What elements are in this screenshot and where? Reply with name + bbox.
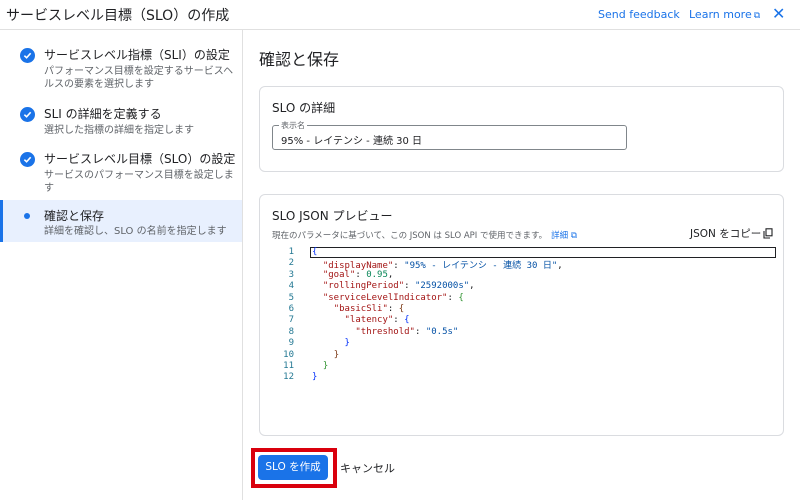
check-circle-icon: [20, 152, 35, 167]
code-line: 12}: [283, 372, 318, 383]
step-slo-setup[interactable]: サービスレベル目標（SLO）の設定 サービスのパフォーマンス目標を設定します: [0, 150, 242, 198]
code-line: 4 "rollingPeriod": "2592000s",: [288, 281, 475, 292]
code-line: 7 "latency": {: [288, 315, 410, 326]
close-icon[interactable]: ✕: [772, 4, 785, 23]
code-line: 9 }: [288, 338, 350, 349]
code-line: 5 "serviceLevelIndicator": {: [288, 292, 464, 303]
code-line: 11 }: [283, 361, 329, 371]
stepper: サービスレベル指標（SLI）の設定 パフォーマンス目標を設定するサービスヘルスの…: [0, 30, 243, 500]
json-description: 現在のパラメータに基づいて、この JSON は SLO API で使用できます。…: [272, 229, 577, 241]
create-slo-button[interactable]: SLO を作成: [258, 455, 328, 480]
send-feedback-link[interactable]: Send feedback: [598, 8, 680, 21]
cancel-button[interactable]: キャンセル: [340, 460, 395, 476]
step-review-save[interactable]: 確認と保存 詳細を確認し、SLO の名前を指定します: [0, 200, 242, 242]
action-bar: SLO を作成 キャンセル: [243, 444, 800, 500]
step-sli-details[interactable]: SLI の詳細を定義する 選択した指標の詳細を指定します: [0, 105, 242, 141]
external-link-icon: ⧉: [753, 11, 761, 21]
copy-json-label: JSON をコピー: [690, 228, 762, 240]
step-title: サービスレベル指標（SLI）の設定: [44, 48, 230, 62]
details-link[interactable]: 詳細 ⧉: [551, 231, 577, 241]
details-link-label: 詳細: [551, 231, 569, 241]
step-title: サービスレベル目標（SLO）の設定: [44, 152, 236, 166]
json-preview-card: SLO JSON プレビュー 現在のパラメータに基づいて、この JSON は S…: [259, 194, 784, 436]
code-line: 3 "goal": 0.95,: [288, 269, 394, 280]
field-value: 95% - レイテンシ - 連続 30 日: [281, 136, 423, 147]
step-description: 選択した指標の詳細を指定します: [44, 125, 194, 136]
card-title: SLO の詳細: [272, 101, 336, 115]
active-dot-icon: [24, 213, 30, 219]
slo-details-card: SLO の詳細 表示名 95% - レイテンシ - 連続 30 日: [259, 86, 784, 172]
dialog-title: サービスレベル目標（SLO）の作成: [6, 8, 230, 24]
step-title: SLI の詳細を定義する: [44, 107, 162, 121]
check-circle-icon: [20, 48, 35, 63]
code-line: 6 "basicSli": {: [288, 304, 405, 314]
card-title: SLO JSON プレビュー: [272, 209, 393, 223]
check-circle-icon: [20, 107, 35, 122]
dialog-header: サービスレベル目標（SLO）の作成 Send feedback Learn mo…: [0, 0, 800, 30]
active-step-indicator: [0, 200, 3, 242]
step-description: パフォーマンス目標を設定するサービスヘルスの要素を選択します: [44, 66, 234, 90]
step-sli-setup[interactable]: サービスレベル指標（SLI）の設定 パフォーマンス目標を設定するサービスヘルスの…: [0, 46, 242, 94]
main-panel: 確認と保存 SLO の詳細 表示名 95% - レイテンシ - 連続 30 日 …: [243, 30, 800, 500]
code-line: 1{: [274, 247, 776, 258]
step-title: 確認と保存: [44, 209, 105, 223]
external-link-icon: ⧉: [570, 231, 577, 241]
step-description: 詳細を確認し、SLO の名前を指定します: [44, 226, 227, 237]
learn-more-label: Learn more: [689, 8, 752, 21]
copy-json-button[interactable]: JSON をコピー: [690, 226, 773, 241]
step-description: サービスのパフォーマンス目標を設定します: [44, 170, 234, 194]
code-line: 8 "threshold": "0.5s": [288, 326, 459, 337]
json-code-editor[interactable]: 1{ 2 "displayName": "95% - レイテンシ - 連続 30…: [274, 247, 776, 382]
page-title: 確認と保存: [259, 50, 340, 69]
field-label: 表示名: [279, 120, 307, 131]
code-line: 10 }: [283, 349, 340, 360]
code-line: 2 "displayName": "95% - レイテンシ - 連続 30 日"…: [288, 258, 563, 272]
cursor-line-highlight: [310, 247, 776, 258]
copy-icon: [763, 228, 773, 242]
display-name-field[interactable]: 表示名 95% - レイテンシ - 連続 30 日: [272, 120, 627, 150]
learn-more-link[interactable]: Learn more ⧉: [689, 8, 760, 21]
description-text: 現在のパラメータに基づいて、この JSON は SLO API で使用できます。: [272, 231, 548, 241]
